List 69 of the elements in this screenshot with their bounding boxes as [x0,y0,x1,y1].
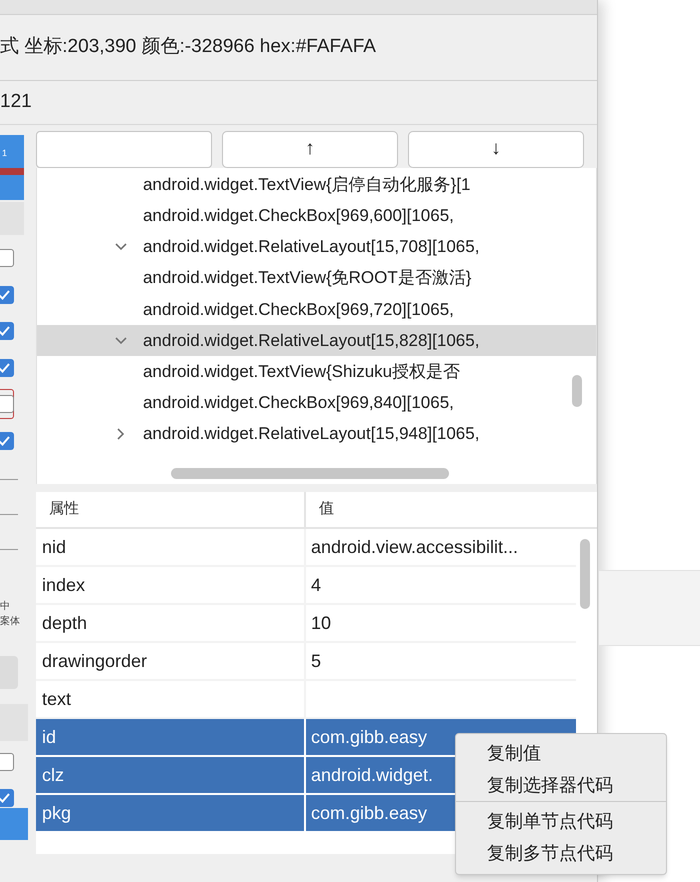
property-value: com.gibb.easy [310,802,428,825]
search-field[interactable] [36,131,212,168]
checkbox[interactable] [0,395,14,413]
node-label: android.widget.TextView{启停自动化服务}[1 [142,174,471,196]
chevron-right-icon[interactable] [114,428,127,440]
badge-text: 1 [2,147,8,160]
tree-row[interactable]: android.widget.CheckBox[969,720][1065, [36,294,596,325]
property-name: depth [42,612,87,635]
property-name: pkg [42,802,71,825]
table-row[interactable]: index 4 [36,567,576,605]
node-label: android.widget.TextView{免ROOT是否激活} [142,267,472,290]
node-label: android.widget.CheckBox[969,600][1065, [142,205,454,228]
progress-stripe [0,168,24,175]
chevron-down-icon[interactable] [114,334,127,347]
menu-item[interactable]: 复制多节点代码 [456,838,666,870]
tree-row[interactable]: android.widget.RelativeLayout[15,948][1065, [36,418,596,450]
label-text: 中 [0,602,10,612]
check-icon [0,362,10,372]
checkbox[interactable] [0,358,14,376]
nav-button[interactable]: ↑ [222,131,398,168]
tree-row[interactable]: android.widget.RelativeLayout[15,708][1065, [36,231,596,263]
tree-row[interactable]: android.widget.CheckBox[969,840][1065, [36,387,596,418]
scrollbar[interactable] [170,468,449,479]
table-row[interactable]: nid android.view.accessibilit... [36,529,576,567]
nav-button[interactable]: ↓ [408,131,584,168]
menu-item[interactable]: 复制选择器代码 [456,770,666,802]
table-row[interactable]: drawingorder 5 [36,643,576,681]
checkbox[interactable] [0,753,14,771]
tree-row[interactable]: android.widget.RelativeLayout[15,828][1065, [36,324,596,356]
property-name: drawingorder [42,650,148,673]
property-value: 5 [310,650,321,672]
property-name: clz [42,764,64,786]
check-icon [0,326,10,336]
check-icon [0,290,10,300]
property-name: nid [42,536,66,558]
coordinate-text: 121 [0,90,32,114]
tree-row[interactable]: android.widget.TextView{免ROOT是否激活} [36,262,596,294]
property-value: android.view.accessibilit... [310,536,518,558]
status-text: 式 坐标:203,390 颜色:-328966 hex:#FAFAFA [0,35,376,60]
scrollbar[interactable] [572,375,582,407]
node-label: android.widget.TextView{Shizuku授权是否 [142,360,460,383]
column-header[interactable]: 值 [306,492,576,527]
table-row[interactable]: depth 10 [36,605,576,643]
property-value: 10 [310,612,331,634]
column-header[interactable]: 属性 [36,492,306,527]
checkbox[interactable] [0,322,14,340]
checkbox[interactable] [0,286,14,304]
check-icon [0,436,10,446]
scrollbar[interactable] [580,539,590,609]
property-value: com.gibb.easy [310,726,428,749]
checkbox[interactable] [0,249,14,267]
node-label: android.widget.CheckBox[969,720][1065, [142,298,454,321]
property-name: index [42,574,85,596]
property-name: text [42,688,71,710]
node-label: android.widget.CheckBox[969,840][1065, [142,392,454,414]
tree-row[interactable]: android.widget.CheckBox[969,600][1065, [36,200,596,232]
tree-row[interactable]: android.widget.TextView{启停自动化服务}[1 [36,169,596,200]
checkbox[interactable] [0,789,14,807]
chevron-down-icon[interactable] [114,240,127,253]
label-text: 案体 [0,617,20,627]
tree-row[interactable]: android.widget.TextView{Shizuku授权是否 [36,356,596,388]
node-label: android.widget.RelativeLayout[15,948][1065, [142,423,480,446]
checkbox[interactable] [0,432,14,450]
check-icon [0,793,10,803]
node-label: android.widget.RelativeLayout[15,708][1065, [142,236,480,258]
property-value: android.widget. [310,764,434,787]
property-name: id [42,726,56,748]
node-label: android.widget.RelativeLayout[15,828][1065, [142,330,480,352]
property-value: 4 [310,574,321,596]
